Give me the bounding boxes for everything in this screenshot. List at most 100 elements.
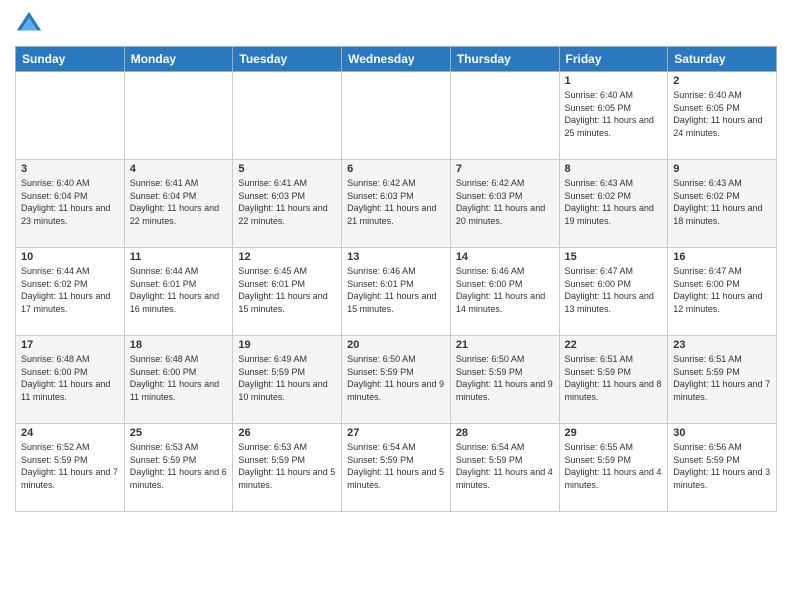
calendar-cell: 21 Sunrise: 6:50 AM Sunset: 5:59 PM Dayli… [450, 336, 559, 424]
calendar-week-3: 17 Sunrise: 6:48 AM Sunset: 6:00 PM Dayli… [16, 336, 777, 424]
day-number: 30 [673, 427, 771, 439]
calendar: SundayMondayTuesdayWednesdayThursdayFrid… [15, 46, 777, 512]
day-number: 7 [456, 163, 554, 175]
calendar-cell: 19Sunrise: 6:49 AM Sunset: 5:59 PM Dayli… [233, 336, 342, 424]
calendar-cell: 18Sunrise: 6:48 AM Sunset: 6:00 PM Dayli… [124, 336, 233, 424]
calendar-cell: 10 Sunrise: 6:44 AM Sunset: 6:02 PM Dayli… [16, 248, 125, 336]
calendar-cell: 27 Sunrise: 6:54 AM Sunset: 5:59 PM Dayli… [342, 424, 451, 512]
cell-text: Sunrise: 6:52 AM Sunset: 5:59 PM Dayligh… [21, 441, 119, 491]
calendar-cell: 6Sunrise: 6:42 AM Sunset: 6:03 PM Daylig… [342, 160, 451, 248]
calendar-cell: 26Sunrise: 6:53 AM Sunset: 5:59 PM Dayli… [233, 424, 342, 512]
calendar-cell [124, 72, 233, 160]
day-number: 21 [456, 339, 554, 351]
header [15, 10, 777, 38]
cell-text: Sunrise: 6:44 AM Sunset: 6:01 PM Dayligh… [130, 265, 228, 315]
calendar-header-saturday: Saturday [668, 47, 777, 72]
cell-text: Sunrise: 6:40 AM Sunset: 6:05 PM Dayligh… [565, 89, 663, 139]
cell-text: Sunrise: 6:54 AM Sunset: 5:59 PM Dayligh… [347, 441, 445, 491]
calendar-week-2: 10 Sunrise: 6:44 AM Sunset: 6:02 PM Dayli… [16, 248, 777, 336]
day-number: 24 [21, 427, 119, 439]
day-number: 25 [130, 427, 228, 439]
cell-text: Sunrise: 6:47 AM Sunset: 6:00 PM Dayligh… [673, 265, 771, 315]
calendar-cell: 28 Sunrise: 6:54 AM Sunset: 5:59 PM Dayli… [450, 424, 559, 512]
cell-text: Sunrise: 6:41 AM Sunset: 6:03 PM Dayligh… [238, 177, 336, 227]
calendar-cell [16, 72, 125, 160]
calendar-cell: 12 Sunrise: 6:45 AM Sunset: 6:01 PM Dayli… [233, 248, 342, 336]
cell-text: Sunrise: 6:55 AM Sunset: 5:59 PM Dayligh… [565, 441, 663, 491]
logo [15, 10, 47, 38]
day-number: 1 [565, 75, 663, 87]
cell-text: Sunrise: 6:44 AM Sunset: 6:02 PM Dayligh… [21, 265, 119, 315]
logo-icon [15, 10, 43, 38]
calendar-cell: 30 Sunrise: 6:56 AM Sunset: 5:59 PM Dayli… [668, 424, 777, 512]
calendar-cell: 14Sunrise: 6:46 AM Sunset: 6:00 PM Dayli… [450, 248, 559, 336]
cell-text: Sunrise: 6:46 AM Sunset: 6:00 PM Dayligh… [456, 265, 554, 315]
calendar-week-4: 24 Sunrise: 6:52 AM Sunset: 5:59 PM Dayli… [16, 424, 777, 512]
calendar-header-sunday: Sunday [16, 47, 125, 72]
calendar-cell: 8 Sunrise: 6:43 AM Sunset: 6:02 PM Daylig… [559, 160, 668, 248]
calendar-cell [450, 72, 559, 160]
calendar-header-tuesday: Tuesday [233, 47, 342, 72]
cell-text: Sunrise: 6:49 AM Sunset: 5:59 PM Dayligh… [238, 353, 336, 403]
day-number: 4 [130, 163, 228, 175]
calendar-cell [342, 72, 451, 160]
calendar-header-friday: Friday [559, 47, 668, 72]
calendar-week-0: 1 Sunrise: 6:40 AM Sunset: 6:05 PM Daylig… [16, 72, 777, 160]
calendar-header-row: SundayMondayTuesdayWednesdayThursdayFrid… [16, 47, 777, 72]
page: SundayMondayTuesdayWednesdayThursdayFrid… [0, 0, 792, 612]
calendar-cell: 2 Sunrise: 6:40 AM Sunset: 6:05 PM Daylig… [668, 72, 777, 160]
cell-text: Sunrise: 6:42 AM Sunset: 6:03 PM Dayligh… [456, 177, 554, 227]
cell-text: Sunrise: 6:50 AM Sunset: 5:59 PM Dayligh… [456, 353, 554, 403]
cell-text: Sunrise: 6:43 AM Sunset: 6:02 PM Dayligh… [565, 177, 663, 227]
calendar-cell: 29 Sunrise: 6:55 AM Sunset: 5:59 PM Dayli… [559, 424, 668, 512]
cell-text: Sunrise: 6:48 AM Sunset: 6:00 PM Dayligh… [21, 353, 119, 403]
cell-text: Sunrise: 6:40 AM Sunset: 6:04 PM Dayligh… [21, 177, 119, 227]
cell-text: Sunrise: 6:48 AM Sunset: 6:00 PM Dayligh… [130, 353, 228, 403]
calendar-cell: 15 Sunrise: 6:47 AM Sunset: 6:00 PM Dayli… [559, 248, 668, 336]
cell-text: Sunrise: 6:51 AM Sunset: 5:59 PM Dayligh… [565, 353, 663, 403]
day-number: 12 [238, 251, 336, 263]
cell-text: Sunrise: 6:45 AM Sunset: 6:01 PM Dayligh… [238, 265, 336, 315]
cell-text: Sunrise: 6:40 AM Sunset: 6:05 PM Dayligh… [673, 89, 771, 139]
day-number: 16 [673, 251, 771, 263]
day-number: 29 [565, 427, 663, 439]
calendar-cell: 11Sunrise: 6:44 AM Sunset: 6:01 PM Dayli… [124, 248, 233, 336]
day-number: 20 [347, 339, 445, 351]
calendar-cell: 24 Sunrise: 6:52 AM Sunset: 5:59 PM Dayli… [16, 424, 125, 512]
cell-text: Sunrise: 6:54 AM Sunset: 5:59 PM Dayligh… [456, 441, 554, 491]
cell-text: Sunrise: 6:46 AM Sunset: 6:01 PM Dayligh… [347, 265, 445, 315]
calendar-cell: 9Sunrise: 6:43 AM Sunset: 6:02 PM Daylig… [668, 160, 777, 248]
day-number: 22 [565, 339, 663, 351]
cell-text: Sunrise: 6:51 AM Sunset: 5:59 PM Dayligh… [673, 353, 771, 403]
cell-text: Sunrise: 6:41 AM Sunset: 6:04 PM Dayligh… [130, 177, 228, 227]
day-number: 2 [673, 75, 771, 87]
calendar-cell: 3 Sunrise: 6:40 AM Sunset: 6:04 PM Daylig… [16, 160, 125, 248]
calendar-cell: 25 Sunrise: 6:53 AM Sunset: 5:59 PM Dayli… [124, 424, 233, 512]
cell-text: Sunrise: 6:43 AM Sunset: 6:02 PM Dayligh… [673, 177, 771, 227]
day-number: 23 [673, 339, 771, 351]
day-number: 13 [347, 251, 445, 263]
calendar-cell: 17 Sunrise: 6:48 AM Sunset: 6:00 PM Dayli… [16, 336, 125, 424]
cell-text: Sunrise: 6:53 AM Sunset: 5:59 PM Dayligh… [130, 441, 228, 491]
day-number: 28 [456, 427, 554, 439]
cell-text: Sunrise: 6:53 AM Sunset: 5:59 PM Dayligh… [238, 441, 336, 491]
cell-text: Sunrise: 6:47 AM Sunset: 6:00 PM Dayligh… [565, 265, 663, 315]
calendar-cell [233, 72, 342, 160]
day-number: 15 [565, 251, 663, 263]
calendar-cell: 1 Sunrise: 6:40 AM Sunset: 6:05 PM Daylig… [559, 72, 668, 160]
calendar-cell: 20 Sunrise: 6:50 AM Sunset: 5:59 PM Dayli… [342, 336, 451, 424]
day-number: 6 [347, 163, 445, 175]
calendar-week-1: 3 Sunrise: 6:40 AM Sunset: 6:04 PM Daylig… [16, 160, 777, 248]
calendar-cell: 5 Sunrise: 6:41 AM Sunset: 6:03 PM Daylig… [233, 160, 342, 248]
calendar-cell: 22 Sunrise: 6:51 AM Sunset: 5:59 PM Dayli… [559, 336, 668, 424]
day-number: 3 [21, 163, 119, 175]
calendar-cell: 4 Sunrise: 6:41 AM Sunset: 6:04 PM Daylig… [124, 160, 233, 248]
day-number: 27 [347, 427, 445, 439]
day-number: 17 [21, 339, 119, 351]
day-number: 10 [21, 251, 119, 263]
day-number: 8 [565, 163, 663, 175]
cell-text: Sunrise: 6:56 AM Sunset: 5:59 PM Dayligh… [673, 441, 771, 491]
calendar-header-thursday: Thursday [450, 47, 559, 72]
day-number: 5 [238, 163, 336, 175]
cell-text: Sunrise: 6:50 AM Sunset: 5:59 PM Dayligh… [347, 353, 445, 403]
